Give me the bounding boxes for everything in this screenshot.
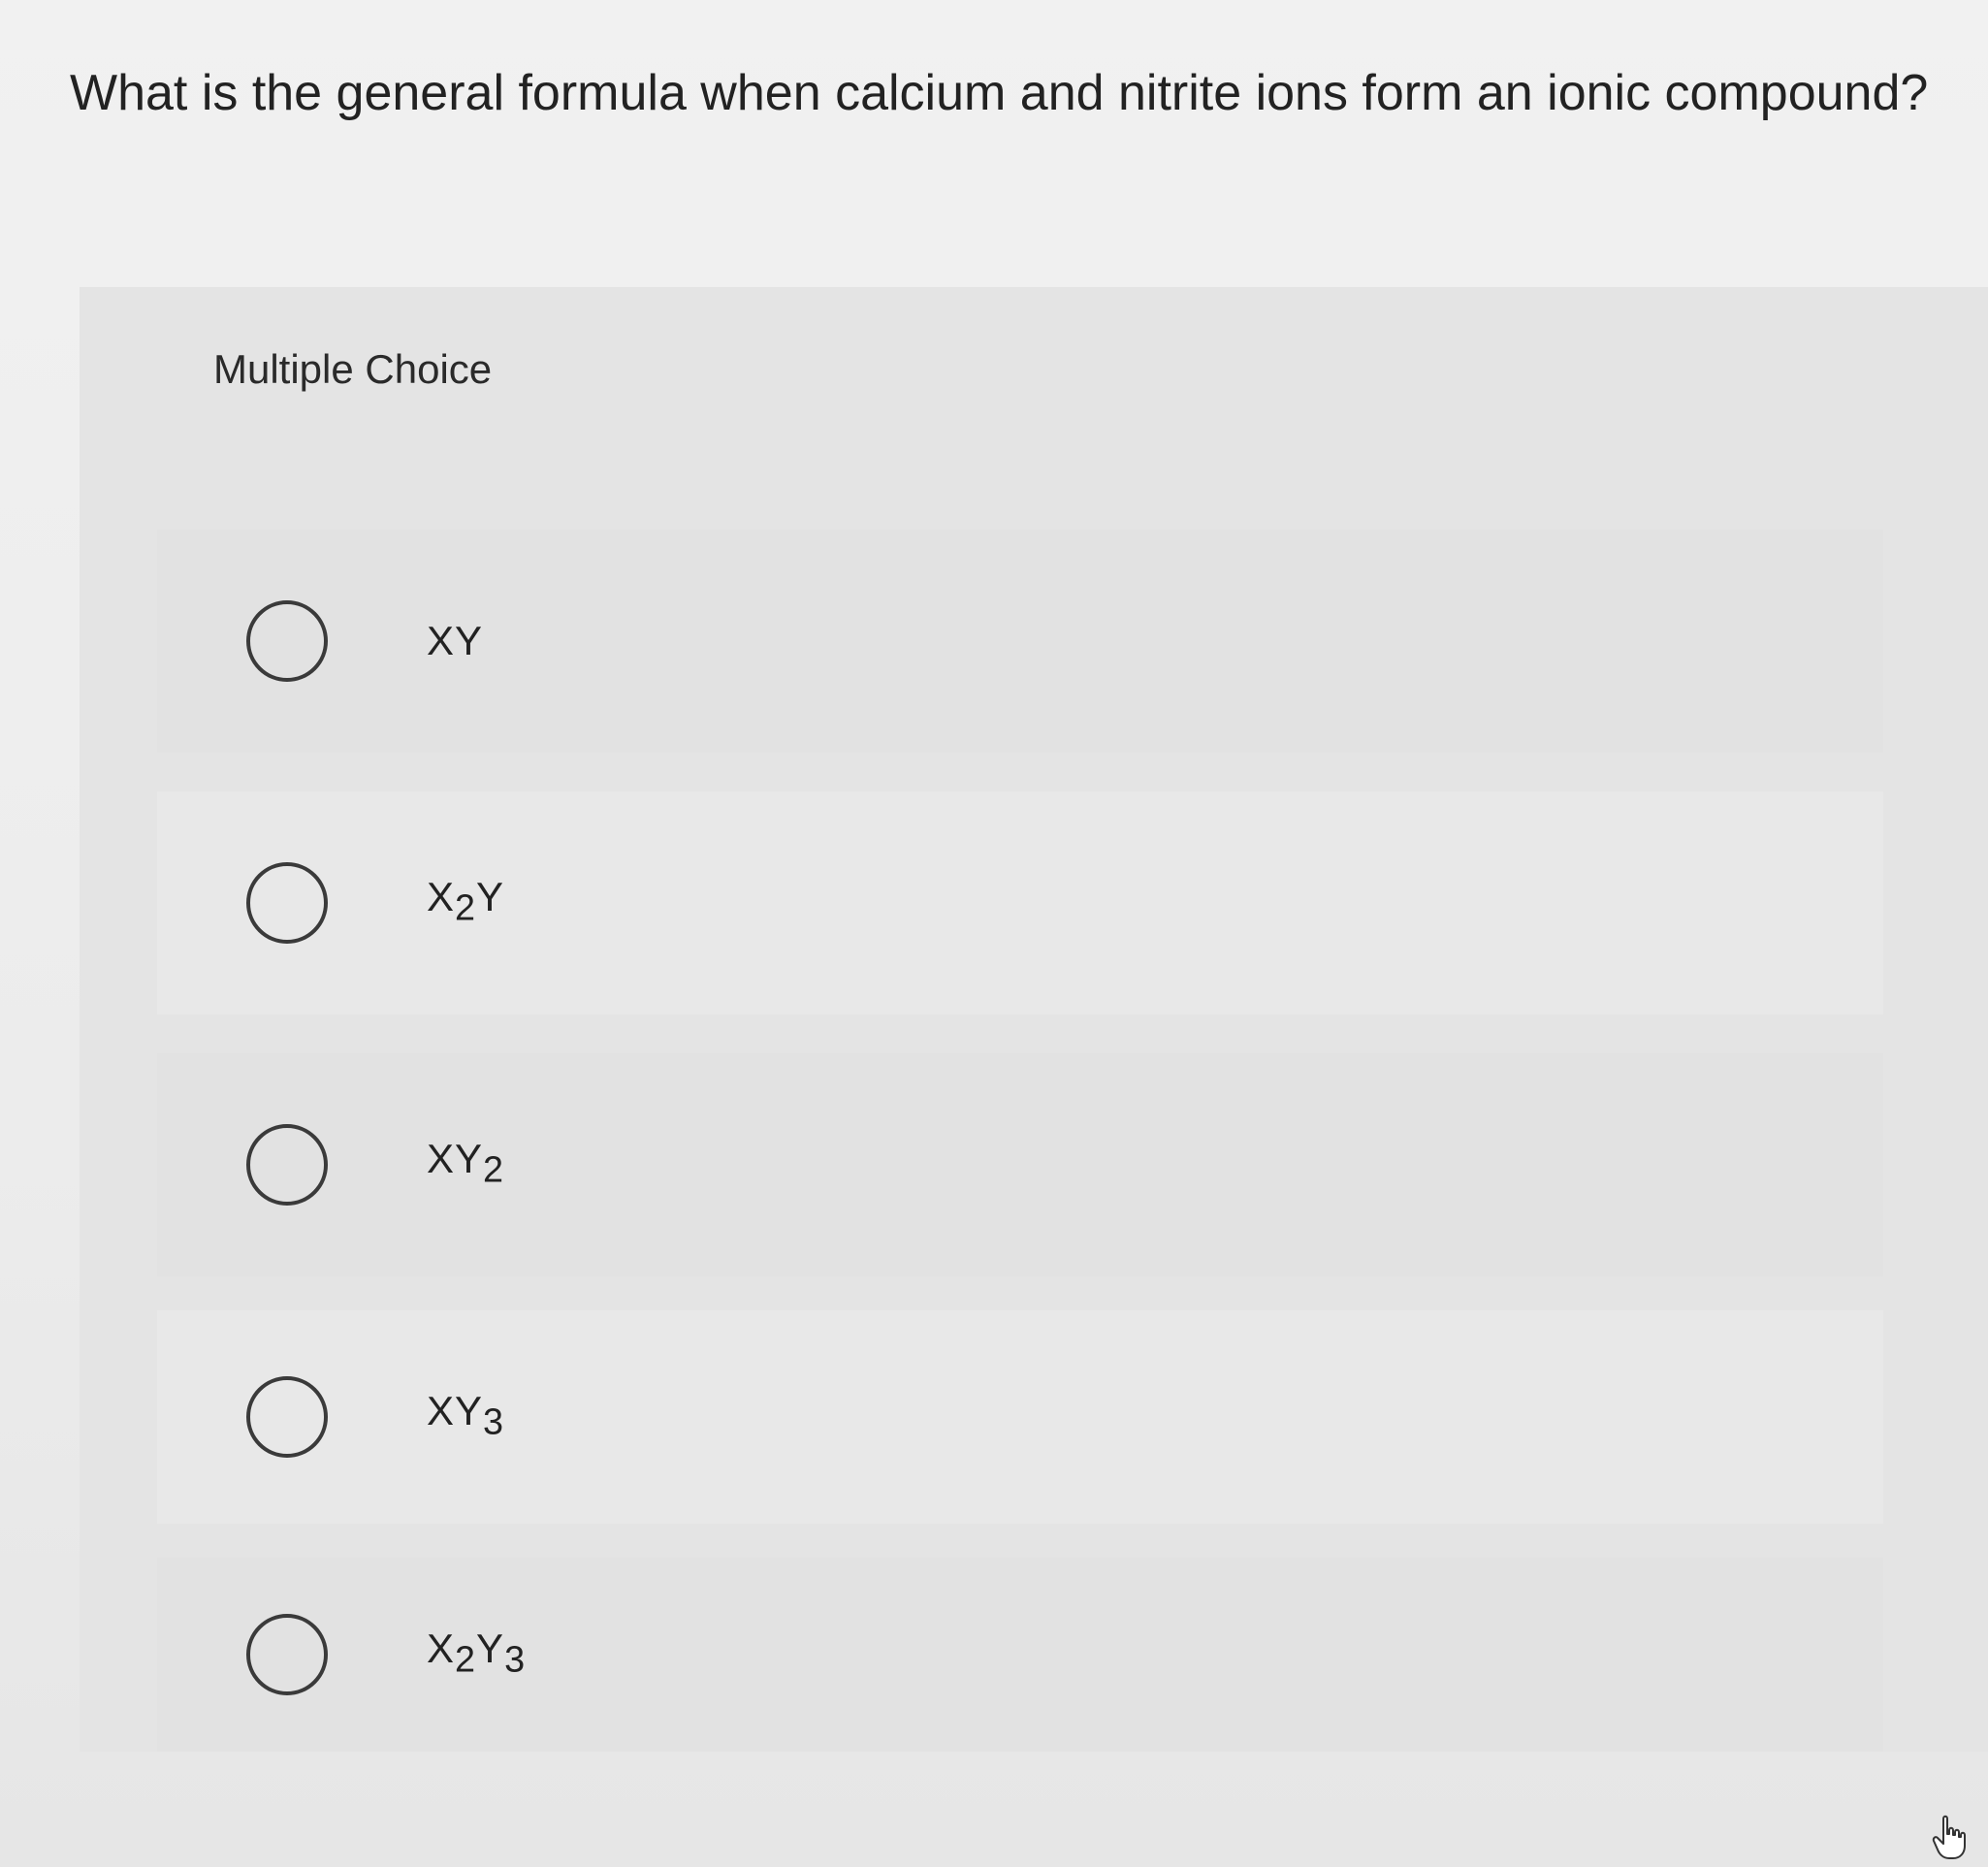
- radio-button-icon[interactable]: [246, 862, 328, 944]
- radio-button-icon[interactable]: [246, 1376, 328, 1458]
- question-text: What is the general formula when calcium…: [70, 65, 1929, 121]
- quiz-page: What is the general formula when calcium…: [0, 0, 1988, 1867]
- answer-option-4[interactable]: XY3: [157, 1310, 1883, 1524]
- radio-button-icon[interactable]: [246, 600, 328, 682]
- radio-button-icon[interactable]: [246, 1614, 328, 1695]
- hand-pointer-icon: [1932, 1815, 1966, 1859]
- answer-option-label: XY2: [427, 1136, 505, 1191]
- answer-option-1[interactable]: XY: [157, 530, 1883, 753]
- answer-option-label: XY3: [427, 1388, 505, 1443]
- answer-option-label: X2Y: [427, 874, 505, 929]
- answer-option-label: X2Y3: [427, 1626, 527, 1681]
- answer-option-3[interactable]: XY2: [157, 1053, 1883, 1276]
- answer-option-label: XY: [427, 618, 484, 663]
- multiple-choice-label: Multiple Choice: [213, 346, 493, 392]
- multiple-choice-panel: Multiple Choice XY X2Y XY2 XY3 X2Y3: [80, 287, 1988, 1752]
- answer-option-2[interactable]: X2Y: [157, 791, 1883, 1014]
- answer-option-5[interactable]: X2Y3: [157, 1558, 1883, 1752]
- radio-button-icon[interactable]: [246, 1124, 328, 1206]
